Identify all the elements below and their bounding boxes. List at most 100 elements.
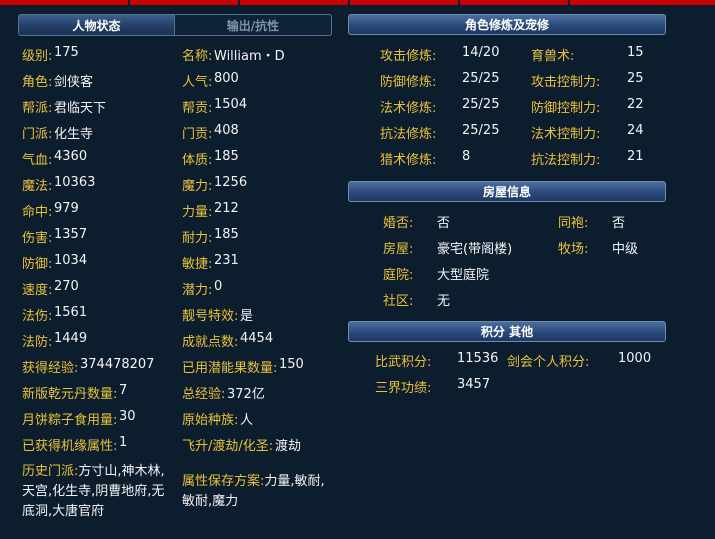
top-strip-divider: [568, 0, 570, 5]
points-value: 1000: [618, 351, 652, 366]
stat-label: 力量:: [182, 205, 213, 220]
stat-label: 靓号特效:: [182, 309, 239, 324]
top-strip-divider: [348, 0, 350, 5]
stat-label: 角色:: [22, 75, 53, 90]
stat-value: 1561: [54, 305, 88, 320]
stat-value: 是: [240, 309, 254, 324]
cultivation-value: 25/25: [462, 97, 500, 112]
stat-value: 剑侠客: [54, 75, 94, 90]
house-label: 婚否:: [383, 216, 414, 231]
stat-label: 耐力:: [182, 231, 213, 246]
stat-value: 185: [214, 227, 239, 242]
cultivation-label: 猎术修炼:: [380, 153, 437, 168]
stat-value: 7: [119, 383, 128, 398]
top-strip: [0, 0, 715, 5]
house-label: 同袍:: [558, 216, 589, 231]
stat-label: 帮派:: [22, 101, 53, 116]
history-schools-label: 历史门派:: [22, 464, 79, 479]
cultivation-value: 25/25: [462, 71, 500, 86]
stat-label: 魔法:: [22, 179, 53, 194]
stat-value: 1: [119, 435, 128, 450]
stat-value: 君临天下: [54, 101, 107, 116]
house-label: 牧场:: [558, 242, 589, 257]
stat-value: 4360: [54, 149, 88, 164]
cultivation-value: 25: [627, 71, 644, 86]
house-value: 否: [612, 216, 626, 231]
house-value: 大型庭院: [437, 268, 490, 283]
stat-value: 1034: [54, 253, 88, 268]
top-strip-divider: [238, 0, 240, 5]
stat-label: 速度:: [22, 283, 53, 298]
stat-label: 飞升/渡劫/化圣:: [182, 439, 274, 454]
tab-output-resistance[interactable]: 输出/抗性: [175, 14, 332, 36]
stat-label: 伤害:: [22, 231, 53, 246]
points-label: 三界功绩:: [375, 381, 432, 396]
stat-label: 敏捷:: [182, 257, 213, 272]
stat-value: 1256: [214, 175, 248, 190]
stat-value: 408: [214, 123, 239, 138]
stat-label: 名称:: [182, 49, 213, 64]
stat-label: 法伤:: [22, 309, 53, 324]
stat-label: 气血:: [22, 153, 53, 168]
points-label: 剑会个人积分:: [507, 355, 590, 370]
cultivation-value: 21: [627, 149, 644, 164]
cultivation-label: 防御修炼:: [380, 75, 437, 90]
points-header: 积分 其他: [348, 321, 666, 342]
points-value: 11536: [457, 351, 499, 366]
cultivation-label: 法术控制力:: [531, 127, 601, 142]
stat-label: 魔力:: [182, 179, 213, 194]
house-label: 房屋:: [383, 242, 414, 257]
stat-label: 总经验:: [182, 387, 226, 402]
stat-value: 374478207: [80, 357, 155, 372]
stat-label: 成就点数:: [182, 335, 239, 350]
stat-value: 10363: [54, 175, 96, 190]
history-schools: 历史门派:方寸山,神木林,天宫,化生寺,阴曹地府,无底洞,大唐官府: [22, 462, 174, 522]
stat-label: 已用潜能果数量:: [182, 361, 278, 376]
stat-label: 月饼粽子食用量:: [22, 413, 118, 428]
house-label: 庭院:: [383, 268, 414, 283]
cultivation-value: 24: [627, 123, 644, 138]
stat-value: 270: [54, 279, 79, 294]
attribute-scheme: 属性保存方案:力量,敏耐,敏耐,魔力: [182, 472, 337, 512]
house-value: 无: [437, 294, 451, 309]
stat-value: 渡劫: [275, 439, 302, 454]
stat-value: 231: [214, 253, 239, 268]
top-strip-divider: [128, 0, 130, 5]
cultivation-label: 抗法修炼:: [380, 127, 437, 142]
stat-value: 372亿: [227, 387, 265, 402]
stat-value: 化生寺: [54, 127, 94, 142]
stat-label: 获得经验:: [22, 361, 79, 376]
stat-label: 命中:: [22, 205, 53, 220]
stat-value: 30: [119, 409, 136, 424]
attribute-scheme-label: 属性保存方案:: [182, 474, 265, 489]
stat-value: 4454: [240, 331, 274, 346]
stat-label: 原始种族:: [182, 413, 239, 428]
stat-label: 防御:: [22, 257, 53, 272]
stat-value: 150: [279, 357, 304, 372]
stat-label: 已获得机缘属性:: [22, 439, 118, 454]
cultivation-value: 14/20: [462, 45, 500, 60]
stat-value: 1449: [54, 331, 88, 346]
stat-label: 门派:: [22, 127, 53, 142]
stat-value: 0: [214, 279, 223, 294]
top-strip-divider: [458, 0, 460, 5]
cultivation-label: 育兽术:: [531, 49, 575, 64]
stat-value: 人: [240, 413, 254, 428]
cultivation-header: 角色修炼及宠修: [348, 14, 666, 35]
cultivation-label: 攻击修炼:: [380, 49, 437, 64]
stat-label: 门贡:: [182, 127, 213, 142]
points-value: 3457: [457, 377, 491, 392]
stat-value: 800: [214, 71, 239, 86]
cultivation-value: 25/25: [462, 123, 500, 138]
cultivation-value: 15: [627, 45, 644, 60]
stat-label: 帮贡:: [182, 101, 213, 116]
tab-character-status[interactable]: 人物状态: [18, 14, 175, 36]
stat-value: 185: [214, 149, 239, 164]
house-label: 社区:: [383, 294, 414, 309]
house-value: 中级: [612, 242, 639, 257]
stat-value: 1504: [214, 97, 248, 112]
cultivation-label: 防御控制力:: [531, 101, 601, 116]
stat-value: 175: [54, 45, 79, 60]
house-value: 否: [437, 216, 451, 231]
points-label: 比武积分:: [375, 355, 432, 370]
